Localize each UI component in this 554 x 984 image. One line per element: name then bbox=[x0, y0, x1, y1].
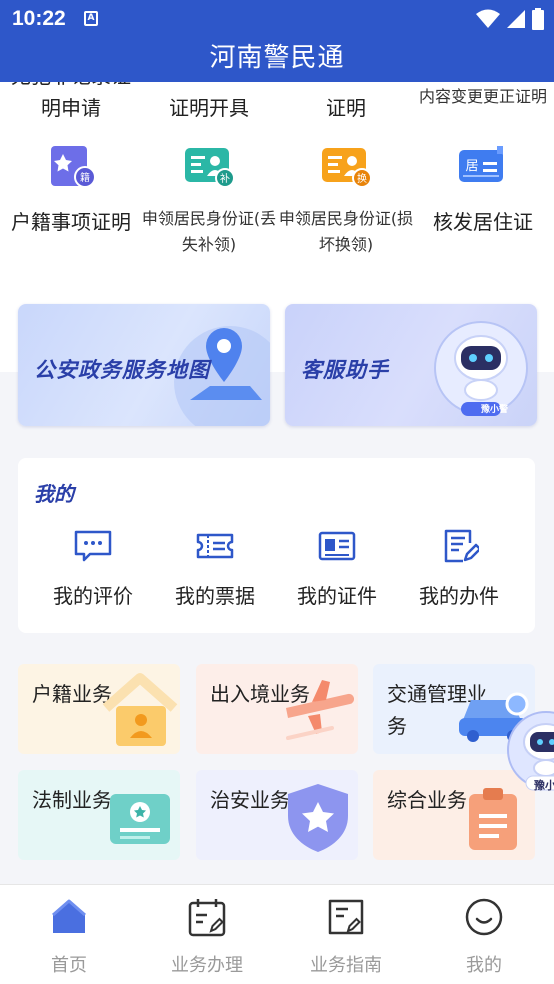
my-reviews[interactable]: 我的评价 bbox=[32, 528, 154, 609]
certificate-icon bbox=[110, 794, 170, 844]
my-documents[interactable]: 我的证件 bbox=[276, 528, 398, 609]
svg-text:居: 居 bbox=[465, 159, 478, 174]
guide-doc-icon bbox=[328, 899, 364, 935]
id-card-icon bbox=[318, 531, 356, 561]
tab-label: 业务指南 bbox=[310, 955, 382, 976]
tile-exit-entry[interactable]: 出入境业务 bbox=[196, 664, 358, 754]
tile-household[interactable]: 户籍业务 bbox=[18, 664, 180, 754]
service-residence-permit[interactable]: 居 核发居住证 bbox=[414, 144, 552, 238]
assistant-banner[interactable]: 豫小警 客服助手 bbox=[285, 304, 537, 426]
notification-a-icon: A bbox=[84, 11, 98, 26]
mine-item-label: 我的证件 bbox=[297, 584, 377, 608]
my-tickets[interactable]: 我的票据 bbox=[154, 528, 276, 609]
service-label: 核发居住证 bbox=[433, 210, 533, 234]
comment-icon bbox=[74, 530, 112, 562]
service-map-banner[interactable]: 公安政务服务地图 bbox=[18, 304, 270, 426]
tab-label: 首页 bbox=[51, 955, 87, 976]
mine-section: 我的 我的评价 我的票据 我的证件 我的办件 bbox=[18, 458, 535, 633]
service-label: 申领居民身份证(损坏换领) bbox=[278, 209, 414, 254]
floating-assistant[interactable]: 豫小警 bbox=[506, 706, 554, 798]
signal-icon bbox=[507, 10, 525, 28]
my-applications[interactable]: 我的办件 bbox=[398, 528, 520, 609]
tab-business-guide[interactable]: 业务指南 bbox=[277, 891, 415, 977]
service-label: 证明 bbox=[326, 96, 366, 120]
robot-tag: 豫小警 bbox=[480, 405, 508, 415]
tab-mine[interactable]: 我的 bbox=[415, 891, 553, 977]
service-label: 户籍事项证明 bbox=[11, 210, 131, 234]
mine-item-label: 我的票据 bbox=[175, 584, 255, 608]
service-certificate-issue[interactable]: 证明开具 bbox=[140, 82, 278, 124]
residence-permit-icon: 居 bbox=[459, 146, 503, 182]
map-banner-text: 公安政务服务地图 bbox=[34, 358, 210, 382]
home-icon bbox=[52, 899, 86, 933]
id-card-reissue-icon: 补 bbox=[185, 148, 235, 188]
airplane-icon bbox=[286, 680, 355, 740]
mine-title: 我的 bbox=[34, 482, 74, 506]
tab-business-handling[interactable]: 业务办理 bbox=[138, 891, 276, 977]
battery-icon bbox=[532, 8, 544, 30]
service-content-change[interactable]: 内容变更更正证明 bbox=[414, 84, 552, 110]
status-icons bbox=[476, 8, 544, 30]
service-household-matter[interactable]: 籍 户籍事项证明 bbox=[2, 144, 140, 238]
float-assistant-tag: 豫小警 bbox=[534, 779, 554, 792]
tile-public-security[interactable]: 治安业务 bbox=[196, 770, 358, 860]
tab-home[interactable]: 首页 bbox=[0, 891, 138, 977]
id-card-replace-icon: 换 bbox=[322, 148, 372, 188]
app-header: 10:22 A 河南警民通 bbox=[0, 0, 554, 82]
service-label: 证明开具 bbox=[169, 96, 249, 120]
svg-text:籍: 籍 bbox=[80, 171, 90, 184]
svg-text:补: 补 bbox=[220, 172, 230, 185]
tile-legal[interactable]: 法制业务 bbox=[18, 770, 180, 860]
tab-label: 业务办理 bbox=[171, 955, 243, 976]
mine-item-label: 我的办件 bbox=[419, 584, 499, 608]
status-bar: 10:22 A bbox=[0, 0, 554, 38]
service-certificate[interactable]: 证明 bbox=[277, 82, 415, 124]
main-content[interactable]: 无犯罪记录证明申请 证明开具 证明 内容变更更正证明 籍 户籍事项证明 bbox=[0, 82, 554, 884]
house-icon bbox=[102, 673, 178, 746]
page-title: 河南警民通 bbox=[209, 43, 345, 73]
calendar-task-icon bbox=[188, 899, 226, 937]
service-label: 无犯罪记录证明申请 bbox=[11, 82, 131, 120]
ticket-icon bbox=[196, 533, 234, 559]
bottom-tab-bar: 首页 业务办理 业务指南 我的 bbox=[0, 884, 554, 984]
smile-icon bbox=[465, 898, 503, 936]
assistant-banner-text: 客服助手 bbox=[301, 358, 389, 382]
household-id-icon: 籍 bbox=[51, 146, 96, 188]
edit-document-icon bbox=[444, 529, 482, 563]
service-label: 申领居民身份证(丢失补领) bbox=[141, 209, 277, 254]
service-label: 内容变更更正证明 bbox=[418, 87, 547, 106]
wifi-icon bbox=[476, 9, 500, 28]
service-no-crime-record[interactable]: 无犯罪记录证明申请 bbox=[2, 82, 140, 124]
service-id-replace[interactable]: 换 申领居民身份证(损坏换领) bbox=[277, 144, 415, 258]
mine-item-label: 我的评价 bbox=[53, 584, 133, 608]
status-time: 10:22 bbox=[12, 7, 66, 30]
svg-text:换: 换 bbox=[357, 172, 367, 185]
service-id-reissue[interactable]: 补 申领居民身份证(丢失补领) bbox=[140, 144, 278, 258]
tab-label: 我的 bbox=[466, 955, 502, 976]
police-badge-icon bbox=[288, 784, 348, 852]
